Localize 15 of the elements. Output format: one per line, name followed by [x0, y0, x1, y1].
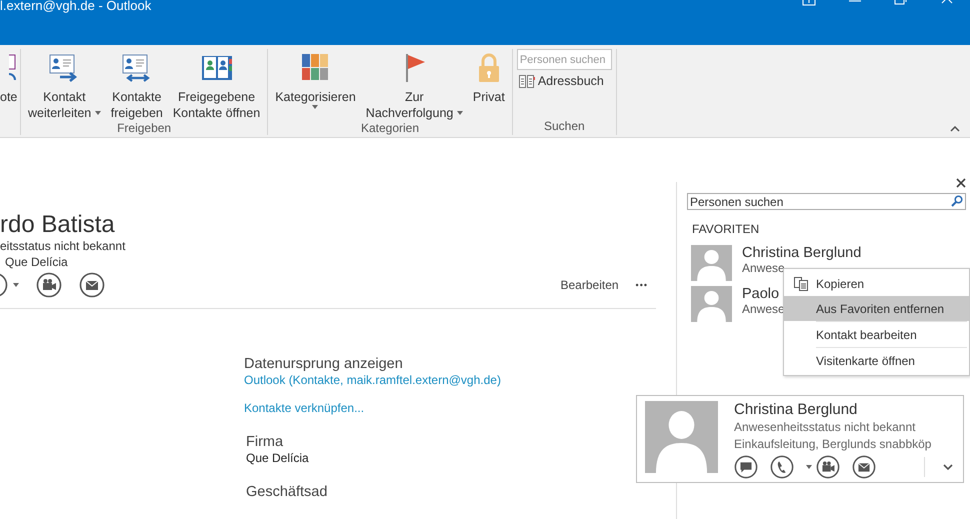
- contact-name: rdo Batista: [0, 212, 116, 238]
- group-label: Freigeben: [116, 121, 172, 137]
- section-heading: Firma: [246, 433, 284, 451]
- section-heading: Geschäftsad: [246, 483, 328, 501]
- group-label: Kategorien: [360, 121, 420, 137]
- section-heading: Datenursprung anzeigen: [244, 355, 404, 373]
- field-value: Que Delícia: [246, 451, 310, 465]
- window-title: l.extern@vgh.de - Outlook: [0, 0, 152, 12]
- group-label: Suchen: [542, 119, 586, 135]
- contact-name: Christina Berglund: [734, 401, 858, 419]
- job-title: Einkaufsleitung, Berglunds snabbköp: [734, 436, 932, 453]
- company-name: Que Delícia: [5, 255, 69, 269]
- presence-status: eitsstatus nicht bekannt: [0, 239, 126, 253]
- section-heading: FAVORITEN: [692, 222, 760, 236]
- presence-status: Anwesenheitsstatus nicht bekannt: [734, 419, 916, 436]
